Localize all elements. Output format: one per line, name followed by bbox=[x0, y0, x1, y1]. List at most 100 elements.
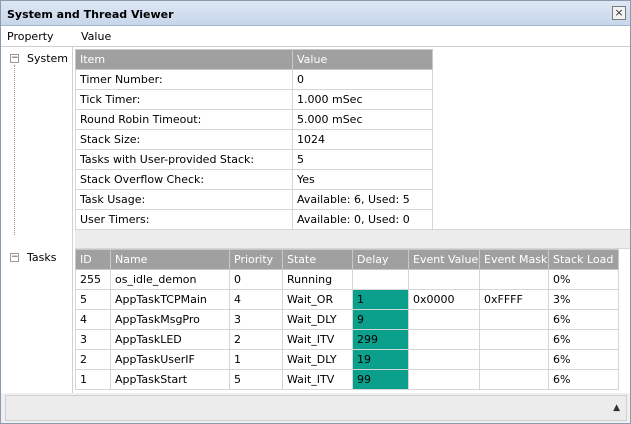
system-item: Tick Timer: bbox=[75, 89, 293, 110]
system-col-item: Item bbox=[75, 49, 293, 70]
table-row[interactable]: 3 AppTaskLED 2 Wait_ITV 299 6% bbox=[75, 329, 619, 350]
task-id: 5 bbox=[75, 289, 111, 310]
task-event-value: 0x0000 bbox=[408, 289, 480, 310]
table-row[interactable]: Timer Number: 0 bbox=[75, 69, 433, 90]
table-row[interactable]: User Timers: Available: 0, Used: 0 bbox=[75, 209, 433, 230]
property-tree: − System − Tasks bbox=[1, 47, 73, 393]
task-event-mask bbox=[479, 309, 549, 330]
close-button[interactable]: × bbox=[612, 6, 626, 20]
system-value: 1024 bbox=[292, 129, 433, 150]
task-event-mask bbox=[479, 369, 549, 390]
task-id: 1 bbox=[75, 369, 111, 390]
task-event-mask: 0xFFFF bbox=[479, 289, 549, 310]
task-event-value bbox=[408, 369, 480, 390]
column-header: Property Value bbox=[1, 26, 630, 47]
task-delay: 1 bbox=[352, 289, 409, 310]
tasks-col-event-value: Event Value bbox=[408, 249, 480, 270]
task-event-value bbox=[408, 349, 480, 370]
system-item: Timer Number: bbox=[75, 69, 293, 90]
table-row[interactable]: Stack Size: 1024 bbox=[75, 129, 433, 150]
system-value: Yes bbox=[292, 169, 433, 190]
task-stack-load: 3% bbox=[548, 289, 619, 310]
task-event-mask bbox=[479, 349, 549, 370]
table-row[interactable]: 1 AppTaskStart 5 Wait_ITV 99 6% bbox=[75, 369, 619, 390]
title-bar: System and Thread Viewer × bbox=[1, 1, 630, 26]
scroll-up-icon[interactable]: ▲ bbox=[613, 404, 620, 413]
system-table: Item Value Timer Number: 0 Tick Timer: 1.0… bbox=[75, 49, 433, 230]
task-id: 3 bbox=[75, 329, 111, 350]
task-delay: 19 bbox=[352, 349, 409, 370]
table-row[interactable]: 4 AppTaskMsgPro 3 Wait_DLY 9 6% bbox=[75, 309, 619, 330]
task-event-value bbox=[408, 309, 480, 330]
system-item: Round Robin Timeout: bbox=[75, 109, 293, 130]
task-priority: 0 bbox=[229, 269, 283, 290]
system-thread-viewer-window: System and Thread Viewer × Property Valu… bbox=[0, 0, 631, 424]
task-stack-load: 6% bbox=[548, 309, 619, 330]
table-row[interactable]: Tasks with User-provided Stack: 5 bbox=[75, 149, 433, 170]
task-delay bbox=[352, 269, 409, 290]
task-name: os_idle_demon bbox=[110, 269, 230, 290]
task-state: Wait_DLY bbox=[282, 349, 353, 370]
task-state: Wait_OR bbox=[282, 289, 353, 310]
task-name: AppTaskStart bbox=[110, 369, 230, 390]
task-delay: 99 bbox=[352, 369, 409, 390]
tree-node-label: System bbox=[27, 52, 69, 65]
task-name: AppTaskLED bbox=[110, 329, 230, 350]
system-item: Stack Overflow Check: bbox=[75, 169, 293, 190]
status-bar: ▲ bbox=[5, 395, 627, 421]
task-event-value bbox=[408, 329, 480, 350]
tasks-col-state: State bbox=[282, 249, 353, 270]
task-state: Wait_ITV bbox=[282, 369, 353, 390]
table-row[interactable]: 5 AppTaskTCPMain 4 Wait_OR 1 0x0000 0xFF… bbox=[75, 289, 619, 310]
table-row[interactable]: Round Robin Timeout: 5.000 mSec bbox=[75, 109, 433, 130]
task-delay: 299 bbox=[352, 329, 409, 350]
system-value: 5 bbox=[292, 149, 433, 170]
table-row[interactable]: Tick Timer: 1.000 mSec bbox=[75, 89, 433, 110]
viewer-content: − System − Tasks Item Value Timer Number… bbox=[1, 47, 630, 393]
task-id: 255 bbox=[75, 269, 111, 290]
system-value: Available: 0, Used: 0 bbox=[292, 209, 433, 230]
tasks-col-id: ID bbox=[75, 249, 111, 270]
task-stack-load: 6% bbox=[548, 369, 619, 390]
task-priority: 1 bbox=[229, 349, 283, 370]
tree-guide-line bbox=[14, 65, 15, 235]
task-event-value bbox=[408, 269, 480, 290]
system-item: User Timers: bbox=[75, 209, 293, 230]
task-id: 2 bbox=[75, 349, 111, 370]
system-item: Stack Size: bbox=[75, 129, 293, 150]
task-state: Running bbox=[282, 269, 353, 290]
table-row[interactable]: Task Usage: Available: 6, Used: 5 bbox=[75, 189, 433, 210]
table-row[interactable]: 2 AppTaskUserIF 1 Wait_DLY 19 6% bbox=[75, 349, 619, 370]
tree-node-label: Tasks bbox=[27, 251, 57, 264]
system-col-value: Value bbox=[292, 49, 433, 70]
tasks-table: ID Name Priority State Delay Event Value… bbox=[75, 249, 619, 390]
task-stack-load: 0% bbox=[548, 269, 619, 290]
window-title: System and Thread Viewer bbox=[7, 8, 174, 21]
section-separator bbox=[75, 229, 630, 249]
task-priority: 5 bbox=[229, 369, 283, 390]
tasks-col-name: Name bbox=[110, 249, 230, 270]
system-item: Tasks with User-provided Stack: bbox=[75, 149, 293, 170]
header-value[interactable]: Value bbox=[81, 30, 111, 43]
task-id: 4 bbox=[75, 309, 111, 330]
tasks-col-event-mask: Event Mask bbox=[479, 249, 549, 270]
task-state: Wait_ITV bbox=[282, 329, 353, 350]
header-property[interactable]: Property bbox=[7, 30, 54, 43]
tasks-col-stack-load: Stack Load bbox=[548, 249, 619, 270]
task-stack-load: 6% bbox=[548, 349, 619, 370]
task-name: AppTaskTCPMain bbox=[110, 289, 230, 310]
system-value: 1.000 mSec bbox=[292, 89, 433, 110]
task-priority: 3 bbox=[229, 309, 283, 330]
task-state: Wait_DLY bbox=[282, 309, 353, 330]
task-delay: 9 bbox=[352, 309, 409, 330]
tasks-col-priority: Priority bbox=[229, 249, 283, 270]
task-name: AppTaskUserIF bbox=[110, 349, 230, 370]
task-priority: 4 bbox=[229, 289, 283, 310]
collapse-icon[interactable]: − bbox=[10, 54, 19, 63]
table-row[interactable]: Stack Overflow Check: Yes bbox=[75, 169, 433, 190]
system-value: Available: 6, Used: 5 bbox=[292, 189, 433, 210]
collapse-icon[interactable]: − bbox=[10, 253, 19, 262]
system-item: Task Usage: bbox=[75, 189, 293, 210]
system-value: 0 bbox=[292, 69, 433, 90]
table-row[interactable]: 255 os_idle_demon 0 Running 0% bbox=[75, 269, 619, 290]
